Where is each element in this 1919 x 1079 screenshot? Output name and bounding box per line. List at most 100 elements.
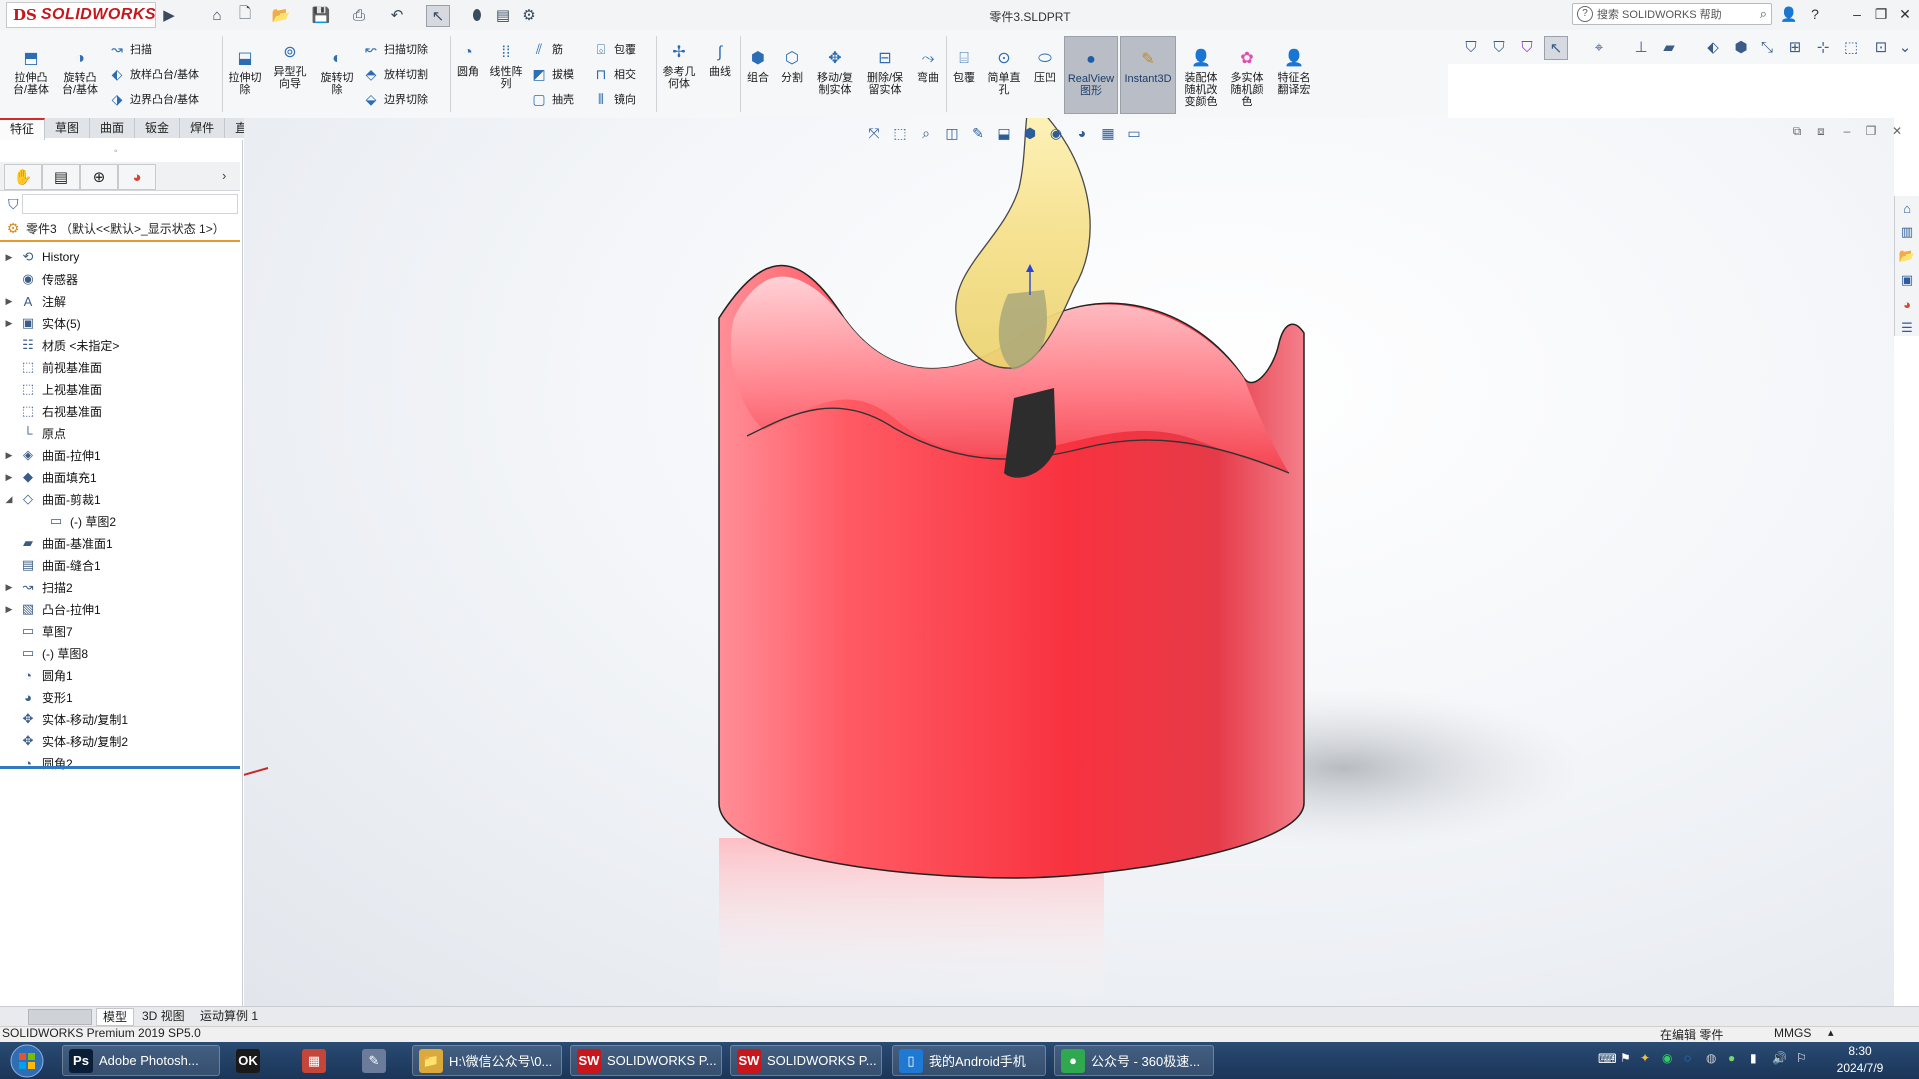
filter-icon[interactable]: ⛉	[8, 196, 19, 213]
chevron-right-icon[interactable]: ▶	[0, 582, 18, 593]
file-explorer-icon[interactable]: 📂	[1897, 246, 1917, 266]
network-icon[interactable]: ▮	[1750, 1051, 1757, 1065]
tree-item[interactable]: ◔ 圆角1	[0, 664, 73, 686]
tab-2[interactable]: 曲面	[90, 118, 136, 138]
clock-time[interactable]: 8:30	[1828, 1044, 1892, 1058]
chevron-right-icon[interactable]: ▶	[0, 318, 18, 329]
flex-button[interactable]: ⤳ 弯曲	[912, 48, 944, 85]
boundary-boss-button[interactable]: ⬗ 边界凸台/基体	[108, 90, 199, 108]
tab-model[interactable]: 模型	[96, 1008, 135, 1026]
solidworks-resources-icon[interactable]: ⌂	[1897, 198, 1917, 218]
split-button[interactable]: ⬡ 分割	[776, 48, 808, 85]
taskbar-button[interactable]: OK	[230, 1045, 284, 1076]
tree-item[interactable]: ▭ (-) 草图2	[28, 510, 116, 532]
taskbar-button[interactable]: ● 公众号 - 360极速...	[1054, 1045, 1214, 1076]
help-menu-icon[interactable]: ?	[1804, 4, 1826, 24]
taskbar-button[interactable]: SW SOLIDWORKS P...	[570, 1045, 722, 1076]
tray-green-icon[interactable]: ●	[1728, 1051, 1735, 1065]
tree-item[interactable]: ▭ 草图7	[0, 620, 73, 642]
help-search-box[interactable]: ? 搜索 SOLIDWORKS 帮助 ⌕	[1572, 3, 1772, 25]
previous-view-icon[interactable]: ⌕	[914, 122, 938, 144]
curves-button[interactable]: ∫ 曲线	[702, 42, 738, 79]
mirror-button[interactable]: ⫴ 镜向	[592, 90, 636, 108]
tree-item[interactable]: ▶ ▣ 实体(5)	[0, 312, 81, 334]
tree-item[interactable]: ✥ 实体-移动/复制1	[0, 708, 128, 730]
tree-item[interactable]: ◕ 变形1	[0, 686, 73, 708]
chevron-down-icon[interactable]: ◢	[0, 494, 18, 505]
tab-3[interactable]: 钣金	[135, 118, 181, 138]
tree-item[interactable]: ▶ ⟲ History	[0, 246, 80, 268]
face-filter-icon[interactable]: ▰	[1658, 36, 1680, 58]
start-button[interactable]	[6, 1043, 48, 1079]
tree-filter-input[interactable]	[22, 194, 238, 214]
appearance-manager-tab-icon[interactable]: ◕	[118, 164, 156, 190]
print-icon[interactable]: ⎙	[348, 5, 370, 25]
rib-button[interactable]: ⫽ 筋	[530, 40, 563, 58]
dimension-filter-icon[interactable]: ⊞	[1784, 36, 1806, 58]
tree-item[interactable]: ✥ 实体-移动/复制2	[0, 730, 128, 752]
chevron-right-icon[interactable]: ›	[222, 168, 226, 183]
view-orientation-icon[interactable]: ⬓	[992, 122, 1016, 144]
taskbar-button[interactable]: ▦	[296, 1045, 350, 1076]
tree-item[interactable]: ⬚ 前视基准面	[0, 356, 102, 378]
configuration-manager-tab-icon[interactable]: ⊕	[80, 164, 118, 190]
indent-button[interactable]: ⬭ 压凹	[1028, 48, 1062, 85]
tree-item[interactable]: ▶ A 注解	[0, 290, 66, 312]
taskbar-button[interactable]: ✎	[356, 1045, 406, 1076]
linear-pattern-button[interactable]: ⁞⁞ 线性阵 列	[486, 42, 526, 91]
viewport-link-icon[interactable]: ⧈	[1810, 124, 1832, 142]
draft-button[interactable]: ◩ 拔模	[530, 65, 574, 83]
360-icon[interactable]: ◌	[1684, 1051, 1691, 1065]
tree-item[interactable]: ⬚ 右视基准面	[0, 400, 102, 422]
design-library-icon[interactable]: ▥	[1897, 222, 1917, 242]
rollback-bar[interactable]	[0, 766, 240, 769]
minimize-window-icon[interactable]: –	[1846, 4, 1868, 24]
realview-graphics-button[interactable]: ● RealView 图形	[1064, 36, 1118, 114]
wechat-icon[interactable]: ◉	[1662, 1051, 1672, 1065]
restore-window-icon[interactable]: ❐	[1870, 4, 1892, 24]
tree-item[interactable]: ▰ 曲面-基准面1	[0, 532, 113, 554]
select-arrow-icon[interactable]: ↖	[426, 5, 450, 27]
instant3d-button[interactable]: ✎ Instant3D	[1120, 36, 1176, 114]
tray-generic-icon[interactable]: ◍	[1706, 1051, 1716, 1065]
notification-icon[interactable]: ⚐	[1796, 1051, 1807, 1065]
property-manager-tab-icon[interactable]: ▤	[42, 164, 80, 190]
help-search-input[interactable]: 搜索 SOLIDWORKS 帮助	[1597, 6, 1756, 22]
viewport-minimize-icon[interactable]: –	[1836, 124, 1858, 142]
options-gear-icon[interactable]: ⚙	[518, 5, 540, 25]
point-filter-icon[interactable]: ⌖	[1588, 36, 1610, 58]
feature-manager-tab-icon[interactable]: ✋	[4, 164, 42, 190]
filter-icon[interactable]: ⛉	[1460, 36, 1482, 58]
tab-3d-views[interactable]: 3D 视图	[136, 1008, 191, 1024]
open-folder-icon[interactable]: 📂	[270, 5, 292, 25]
viewport-split-icon[interactable]: ⧉	[1786, 124, 1808, 142]
axis-filter-icon[interactable]: ⊥	[1630, 36, 1652, 58]
unit-system-selector[interactable]: MMGS	[1774, 1026, 1811, 1040]
hide-show-items-icon[interactable]: ◉	[1044, 122, 1068, 144]
save-icon[interactable]: 💾	[310, 5, 332, 25]
close-window-icon[interactable]: ✕	[1894, 4, 1916, 24]
revolve-boss-button[interactable]: ◑ 旋转凸 台/基体	[57, 48, 103, 97]
chevron-right-icon[interactable]: ▶	[0, 252, 18, 263]
zoom-area-icon[interactable]: ⬚	[888, 122, 912, 144]
tree-item[interactable]: ▶ ▧ 凸台-拉伸1	[0, 598, 101, 620]
user-icon[interactable]: 👤	[1778, 4, 1800, 24]
graphics-area[interactable]	[244, 118, 1894, 1006]
taskbar-button[interactable]: SW SOLIDWORKS P...	[730, 1045, 882, 1076]
sketch-filter-icon[interactable]: ⬚	[1840, 36, 1862, 58]
tree-item[interactable]: ◔ 圆角2	[0, 752, 73, 774]
undo-icon[interactable]: ↶	[386, 5, 408, 25]
tree-item[interactable]: ▶ ◆ 曲面填充1	[0, 466, 97, 488]
display-style-icon[interactable]: ⬢	[1018, 122, 1042, 144]
intersect-button[interactable]: ⊓ 相交	[592, 65, 636, 83]
delete-keep-body-button[interactable]: ⊟ 删除/保 留实体	[862, 48, 908, 97]
combine-button[interactable]: ⬢ 组合	[742, 48, 774, 85]
new-document-icon[interactable]: 🗋	[234, 5, 256, 25]
tree-item[interactable]: ◢ ◇ 曲面-剪裁1	[0, 488, 101, 510]
dynamic-annotation-icon[interactable]: ✎	[966, 122, 990, 144]
sweep-button[interactable]: ↝ 扫描	[108, 40, 152, 58]
flag-icon[interactable]: ⚑	[1620, 1051, 1631, 1065]
menu-expand-icon[interactable]: ▶	[158, 5, 180, 25]
reference-geometry-button[interactable]: ✢ 参考几 何体	[658, 42, 700, 91]
home-icon[interactable]: ⌂	[206, 5, 228, 25]
